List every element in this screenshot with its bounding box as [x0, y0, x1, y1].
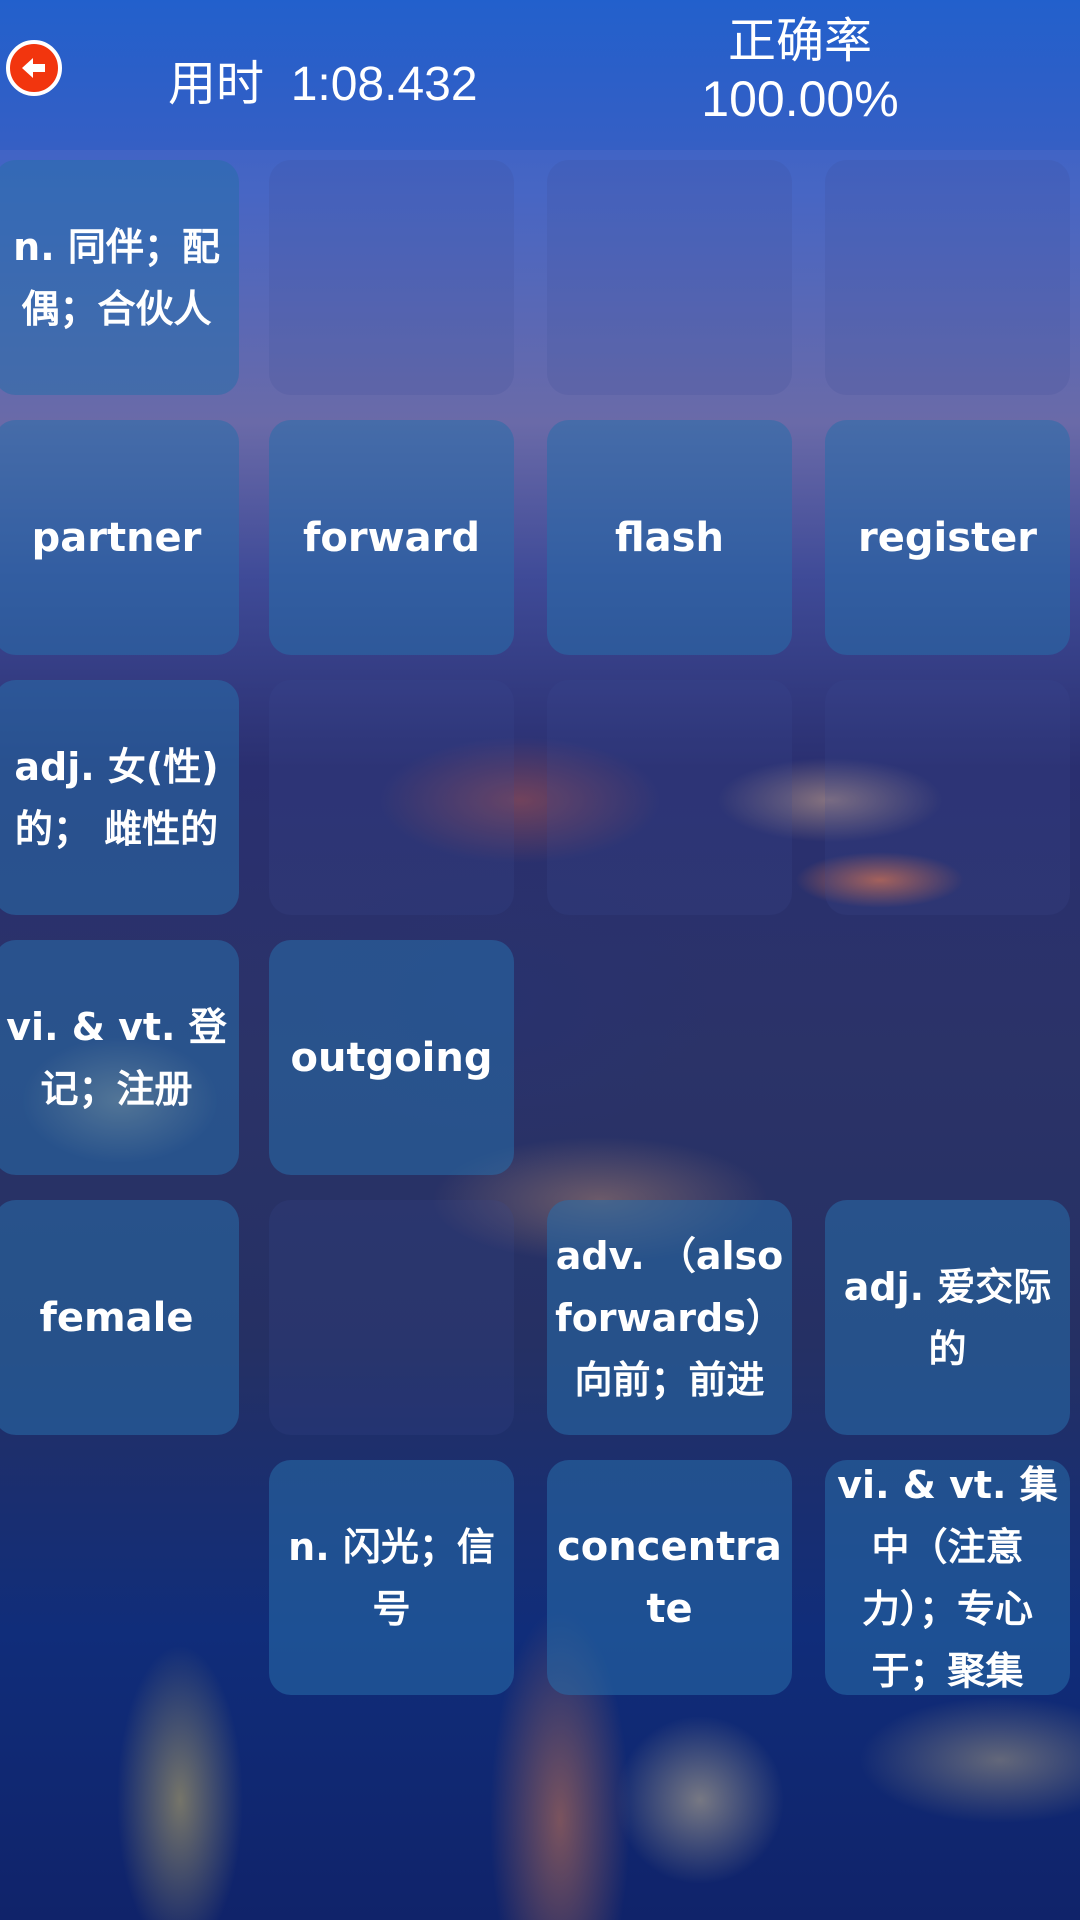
word-tile[interactable]: concentrate	[547, 1460, 792, 1695]
tile-text: adv. （also forwards）向前；前进	[555, 1233, 784, 1402]
tile-text: n. 闪光；信号	[288, 1524, 495, 1631]
tile-text: forward	[303, 514, 480, 561]
empty-tile-slot	[825, 160, 1070, 395]
timer-value: 1:08.432	[290, 58, 478, 111]
word-tile[interactable]: n. 闪光；信号	[269, 1460, 514, 1695]
tile-text: partner	[31, 514, 202, 561]
word-tile[interactable]: n. 同伴；配偶；合伙人	[0, 160, 239, 395]
empty-tile-slot	[547, 160, 792, 395]
tile-text: female	[39, 1294, 194, 1341]
tile-text: flash	[615, 514, 724, 561]
empty-tile-slot	[825, 680, 1070, 915]
tile-text: vi. & vt. 登记；注册	[6, 1004, 227, 1111]
word-tile[interactable]: flash	[547, 420, 792, 655]
tile-text: register	[858, 514, 1037, 561]
arrow-left-icon	[22, 58, 45, 78]
word-tile[interactable]: register	[825, 420, 1070, 655]
word-tile[interactable]: vi. & vt. 登记；注册	[0, 940, 239, 1175]
word-tile[interactable]: forward	[269, 420, 514, 655]
word-tile[interactable]: adj. 爱交际的	[825, 1200, 1070, 1435]
word-tile[interactable]: adj. 女(性)的； 雌性的	[0, 680, 239, 915]
header-bar: 用时 1:08.432 正确率 100.00%	[0, 0, 1080, 150]
empty-tile-slot	[547, 680, 792, 915]
tile-text: concentrate	[557, 1523, 782, 1632]
tile-text: adj. 女(性)的； 雌性的	[14, 744, 219, 851]
word-tile[interactable]: female	[0, 1200, 239, 1435]
word-tile[interactable]: adv. （also forwards）向前；前进	[547, 1200, 792, 1435]
word-tile[interactable]: partner	[0, 420, 239, 655]
tile-text: adj. 爱交际的	[843, 1264, 1052, 1371]
accuracy-label: 正确率	[727, 15, 872, 68]
empty-tile-slot	[269, 160, 514, 395]
word-tile[interactable]: outgoing	[269, 940, 514, 1175]
tile-text: n. 同伴；配偶；合伙人	[13, 224, 220, 331]
back-button[interactable]	[6, 40, 62, 96]
empty-tile-slot	[269, 680, 514, 915]
tile-text: vi. & vt. 集中（注意力）；专心于；聚集	[837, 1462, 1058, 1693]
accuracy: 正确率 100.00%	[660, 14, 940, 128]
tile-text: outgoing	[290, 1034, 493, 1081]
timer-label: 用时	[168, 58, 265, 111]
word-tile[interactable]: vi. & vt. 集中（注意力）；专心于；聚集	[825, 1460, 1070, 1695]
accuracy-value: 100.00%	[701, 71, 899, 127]
empty-tile-slot	[269, 1200, 514, 1435]
timer: 用时 1:08.432	[168, 44, 478, 114]
